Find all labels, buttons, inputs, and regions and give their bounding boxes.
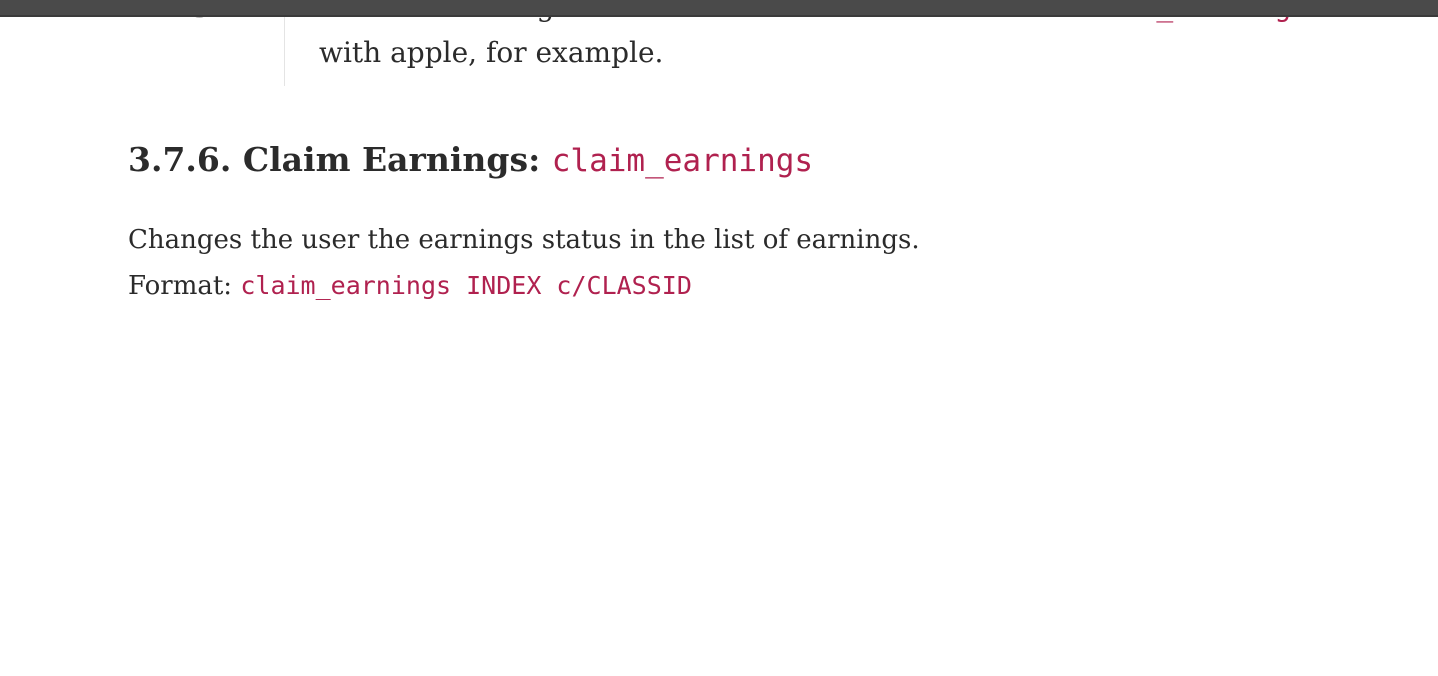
format-label: Format: bbox=[128, 271, 233, 301]
section-command-code: claim_earnings bbox=[551, 143, 814, 179]
format-paragraph: Format: claim_earnings INDEX c/CLASSID bbox=[128, 266, 692, 306]
top-bar bbox=[0, 0, 1438, 17]
format-syntax-code: claim_earnings INDEX c/CLASSID bbox=[240, 271, 692, 300]
note-line-2: with apple, for example. bbox=[319, 36, 664, 69]
section-title-text: Claim Earnings: bbox=[242, 140, 541, 179]
section-number: 3.7.6. bbox=[128, 140, 232, 179]
section-heading: 3.7.6. Claim Earnings: claim_earnings bbox=[128, 136, 813, 185]
description-paragraph: Changes the user the earnings status in … bbox=[128, 225, 920, 255]
